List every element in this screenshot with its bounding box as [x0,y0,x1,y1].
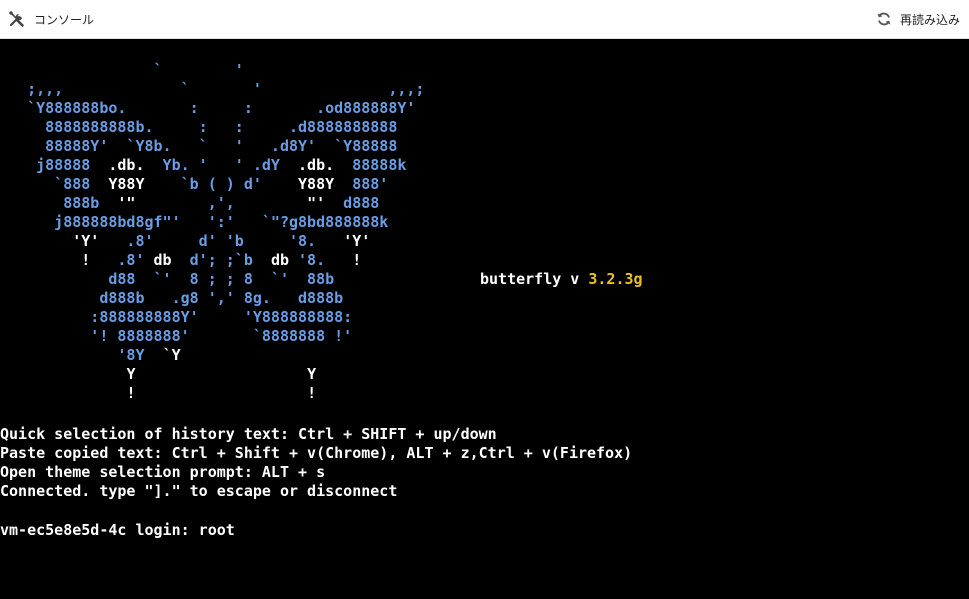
butterfly-banner: butterfly v 3.2.3g [480,270,643,289]
art-segment [135,365,307,383]
terminal-screen[interactable]: ` ' ;,,, ` ' ,,,; `Y888888bo. : : .od888… [0,39,969,599]
art-segment: 8888888888b. : : .d8888888888 [0,118,398,136]
art-segment: '" [117,194,136,212]
art-segment: 88888Y' `Y8b. ` ' .d8Y' `Y88888 [0,137,398,155]
art-segment: d88 `' 8 ; ; 8 `' 88b [0,270,335,288]
art-segment: '8Y [0,346,163,364]
art-segment: `b ( ) d' [144,175,299,193]
art-segment: db [153,251,172,269]
art-segment: `888 [0,175,109,193]
art-segment: ,', [135,194,308,212]
title-group: コンソール [8,0,94,38]
art-segment [0,251,81,269]
art-segment: '8. [289,251,353,269]
banner-version: 3.2.3g [588,270,643,288]
reload-label: 再読み込み [899,12,960,27]
art-segment: 'Y' [72,232,100,250]
console-title: コンソール [34,12,95,27]
art-segment: .8' d' 'b '8. [99,232,344,250]
art-segment: ! [81,251,91,269]
butterfly-ascii-art: ` ' ;,,, ` ' ,,,; `Y888888bo. : : .od888… [0,61,424,403]
art-segment: .db. [108,156,145,174]
login-prompt[interactable]: vm-ec5e8e5d-4c login: root [0,521,235,540]
art-segment: `Y [162,346,181,364]
art-segment: 88888k [334,156,407,174]
art-segment: 888' [334,175,389,193]
reload-icon [876,11,892,27]
art-segment [0,384,126,402]
art-segment: ` ' [0,61,244,79]
art-segment: d'; ;`b [171,251,271,269]
art-segment: ! [307,384,317,402]
art-segment [0,365,126,383]
reload-button[interactable]: 再読み込み [876,0,960,38]
art-segment: .8' [90,251,154,269]
art-segment: db [270,251,289,269]
art-segment: :888888888Y' 'Y888888888: [0,308,353,326]
message-line: Connected. type "]." to escape or discon… [0,482,398,500]
art-segment: .db. [298,156,335,174]
art-segment: Y88Y [108,175,145,193]
art-segment: 'Y' [343,232,371,250]
message-line: Open theme selection prompt: ALT + s [0,463,326,481]
message-line: Quick selection of history text: Ctrl + … [0,425,497,443]
art-segment: '! 8888888' `8888888 !' [0,327,353,345]
tools-icon [8,10,26,28]
art-segment: ;,,, ` ' ,,,; [0,80,425,98]
art-segment: j88888 [0,156,109,174]
message-line: Paste copied text: Ctrl + Shift + v(Chro… [0,444,633,462]
console-header: コンソール 再読み込み [0,0,969,39]
art-segment: Y88Y [298,175,335,193]
art-segment: Y [307,365,317,383]
art-segment: 888b [0,194,118,212]
art-segment: d888b .g8 ',' 8g. d888b [0,289,344,307]
art-segment: d888 [325,194,380,212]
banner-name: butterfly v [480,270,589,288]
art-segment: "' [307,194,326,212]
art-segment [135,384,307,402]
art-segment: ! [352,251,362,269]
art-segment [0,232,72,250]
art-segment: `Y888888bo. : : .od888888Y' [0,99,416,117]
art-segment: j888888bd8gf"' ':' `"?g8bd888888k [0,213,389,231]
terminal-messages: Quick selection of history text: Ctrl + … [0,425,632,501]
art-segment: Yb. ' ' .dY [144,156,299,174]
